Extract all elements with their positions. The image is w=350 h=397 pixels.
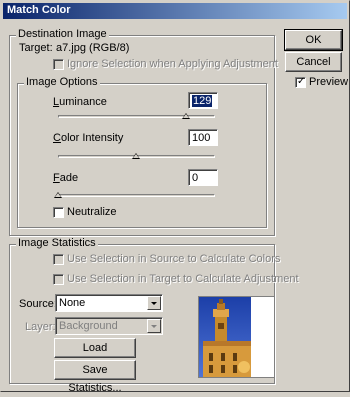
target-label: Target: (19, 42, 53, 54)
source-dropdown[interactable]: None (55, 294, 163, 312)
image-options-legend: Image Options (24, 76, 100, 88)
fade-label-text: ade (59, 172, 79, 184)
checkmark-icon: ✓ (297, 76, 306, 87)
fade-label: Fade (53, 172, 79, 184)
fade-slider-thumb[interactable] (54, 192, 62, 198)
luminance-value: 129 (192, 95, 213, 107)
source-thumbnail (198, 296, 275, 378)
preview-label[interactable]: Preview (309, 76, 348, 88)
save-statistics-button[interactable]: Save Statistics... (54, 360, 136, 394)
load-statistics-button[interactable]: Load Statistics... (54, 338, 136, 372)
use-selection-source-label: Use Selection in Source to Calculate Col… (67, 253, 281, 265)
tower-photo-image (199, 297, 274, 377)
source-label: Source: (19, 298, 57, 310)
layer-dropdown-value: Background (59, 320, 118, 332)
neutralize-checkbox[interactable] (53, 207, 64, 218)
chevron-down-icon[interactable] (147, 319, 161, 333)
luminance-input[interactable]: 129 (188, 92, 218, 109)
fade-input[interactable]: 0 (188, 169, 218, 186)
fade-value: 0 (192, 172, 199, 184)
color-intensity-input[interactable]: 100 (188, 129, 218, 146)
use-selection-source-checkbox[interactable] (53, 254, 64, 265)
neutralize-label[interactable]: Neutralize (67, 206, 117, 218)
use-selection-target-label: Use Selection in Target to Calculate Adj… (67, 273, 299, 285)
luminance-slider-thumb[interactable] (182, 113, 190, 119)
luminance-slider-track[interactable] (58, 115, 215, 118)
chevron-down-icon[interactable] (147, 296, 161, 310)
preview-checkbox[interactable]: ✓ (295, 76, 306, 88)
title-bar[interactable]: Match Color (3, 3, 347, 19)
match-color-dialog: Match Color OK Cancel ✓ Preview Destinat… (0, 0, 350, 394)
destination-image-legend: Destination Image (16, 28, 109, 40)
layer-dropdown[interactable]: Background (55, 317, 163, 335)
ignore-selection-label: Ignore Selection when Applying Adjustmen… (67, 58, 278, 70)
color-intensity-label-text: olor Intensity (60, 132, 124, 144)
layer-label: Layer: (25, 321, 56, 333)
window-title: Match Color (7, 4, 71, 16)
luminance-label-text: uminance (59, 96, 107, 108)
ignore-selection-checkbox[interactable] (53, 59, 64, 70)
color-intensity-value: 100 (192, 132, 211, 144)
ok-button[interactable]: OK (284, 29, 343, 51)
fade-slider-track[interactable] (58, 194, 215, 197)
cancel-button[interactable]: Cancel (285, 52, 342, 72)
color-intensity-label: Color Intensity (53, 132, 124, 144)
source-dropdown-value: None (59, 297, 86, 309)
use-selection-target-checkbox[interactable] (53, 274, 64, 285)
color-intensity-slider-thumb[interactable] (132, 153, 140, 159)
luminance-label: Luminance (53, 96, 107, 108)
image-statistics-legend: Image Statistics (16, 237, 98, 249)
target-value: a7.jpg (RGB/8) (56, 42, 130, 54)
